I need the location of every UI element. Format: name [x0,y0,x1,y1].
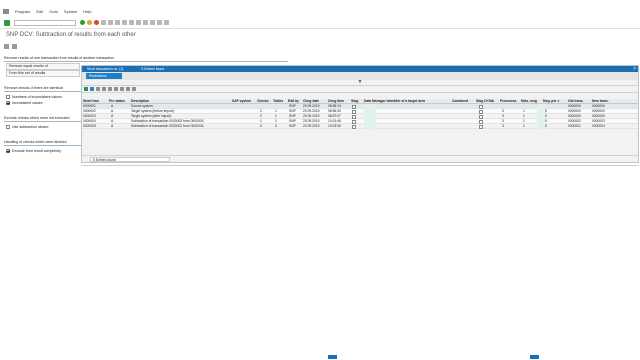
stag-checkbox[interactable] [352,104,356,109]
popup-footer: 5 Entries found [82,155,638,162]
menu-help[interactable]: Help [83,9,91,14]
filter-icon[interactable] [108,87,112,91]
execute-icon[interactable] [4,44,9,49]
taskbar-indicator [328,355,337,359]
subtraction-wizard-label: Use subtraction wizard [12,125,49,129]
close-icon[interactable]: × [633,66,636,72]
cell-tables: 0 [275,124,277,128]
option-inconsistent-values[interactable]: Inconsistent values [6,100,43,106]
stag-checkbox[interactable] [352,119,356,124]
tab-restrictions[interactable]: Restrictions [86,73,122,79]
find-icon[interactable] [108,20,113,25]
table-row[interactable]: 0000005 A Subtraction of transaction 00000… [82,124,638,129]
numbers-inconsistent-checkbox[interactable] [6,95,10,99]
cell-proc: 3 [502,124,504,128]
option-exclude-completely[interactable]: Exclude from result completely [6,148,61,154]
standard-toolbar [0,17,640,29]
stag-checkbox[interactable] [352,109,356,114]
search-icon[interactable] [114,87,118,91]
taskbar-indicator [530,355,539,359]
popup-found-count: 5 Entries found [141,67,165,71]
sap-menu-icon[interactable] [3,9,9,14]
next-page-icon[interactable] [136,20,141,25]
stag-chtab-checkbox[interactable] [479,114,483,119]
cell-checks: 0 [260,124,262,128]
cell-editby: SNP [289,124,296,128]
stag-chtab-checkbox[interactable] [479,124,483,129]
shortcut-icon[interactable] [157,20,162,25]
option-remove-equal: Remove equal results of [6,62,80,70]
first-page-icon[interactable] [122,20,127,25]
panel-remove-results-title: Remove results of one transaction from r… [4,56,115,60]
last-page-icon[interactable] [143,20,148,25]
sort-descending-icon[interactable] [102,87,106,91]
back-icon[interactable] [80,20,85,25]
application-toolbar [4,43,634,50]
menu-edit[interactable]: Edit [36,9,43,14]
remove-equal-label: Remove equal results of [6,62,80,70]
enter-icon[interactable] [4,19,10,26]
value-help-popup: Short transaction no. (1) 5 Entries foun… [81,65,639,163]
cell-new: 0000004 [592,124,605,128]
help-icon[interactable] [164,20,169,25]
from-set-label: From this set of results [6,69,80,77]
exclude-completely-label: Exclude from result completely [12,149,61,153]
option-subtraction-wizard[interactable]: Use subtraction wizard [6,124,48,130]
sort-ascending-icon[interactable] [96,87,100,91]
inconsistent-values-checkbox[interactable] [6,101,10,105]
inconsistent-values-label: Inconsistent values [12,101,43,105]
stag-chtab-checkbox[interactable] [479,119,483,124]
continue-icon[interactable] [84,87,88,91]
print-list-icon[interactable] [120,87,124,91]
cell-miss: 1 [523,124,525,128]
refresh-icon[interactable] [90,87,94,91]
cell-desc: Subtraction of transaction 0000002 from … [131,124,205,128]
cell-id: 0000005 [83,124,96,128]
stag-chtab-checkbox[interactable] [479,104,483,109]
subtraction-wizard-checkbox[interactable] [6,125,10,129]
status-entries-found: 5 Entries found [90,157,170,162]
stag-chtab-checkbox[interactable] [479,109,483,114]
cell-msg: 0 [545,124,547,128]
stag-checkbox[interactable] [352,124,356,129]
menu-system[interactable]: System [64,9,77,14]
cell-old: 0000001 [568,124,581,128]
cell-date: 20.09.2019 [303,124,320,128]
popup-toolbar [82,86,638,93]
menu-program[interactable]: Program [15,9,30,14]
cancel-icon[interactable] [94,20,99,25]
menu-bar: Program Edit Goto System Help [0,8,640,15]
popup-bottom-border [81,165,639,166]
find-next-icon[interactable] [115,20,120,25]
numbers-inconsistent-label: Numbers of inconsistent values [12,95,62,99]
prev-page-icon[interactable] [129,20,134,25]
exclude-completely-checkbox[interactable] [6,149,10,153]
panel-exclude-title: Exclude checks which were not executed [4,116,70,120]
menu-goto[interactable]: Goto [49,9,58,14]
stag-checkbox[interactable] [352,114,356,119]
panel-remove-checks-title: Remove checks, if there are identical [4,86,63,90]
cell-status: A [111,124,114,128]
print-icon[interactable] [101,20,106,25]
option-from-set: From this set of results [6,69,80,77]
info-icon[interactable] [12,44,17,49]
command-field[interactable] [14,19,76,26]
exit-icon[interactable] [87,20,92,25]
page-title: SNP DCV: Subtraction of results from eac… [6,32,136,38]
info-list-icon[interactable] [132,87,136,91]
result-table: Short tran Prc status Description SAP sy… [82,99,638,129]
new-session-icon[interactable] [150,20,155,25]
panel-handling-title: Handling of checks which were aborted [4,140,67,144]
export-icon[interactable] [126,87,130,91]
input-ready-cell [364,124,376,129]
popup-tabstrip: Restrictions [82,72,638,80]
cell-time: 10:03:50 [328,124,341,128]
popup-title: Short transaction no. (1) [87,67,124,71]
